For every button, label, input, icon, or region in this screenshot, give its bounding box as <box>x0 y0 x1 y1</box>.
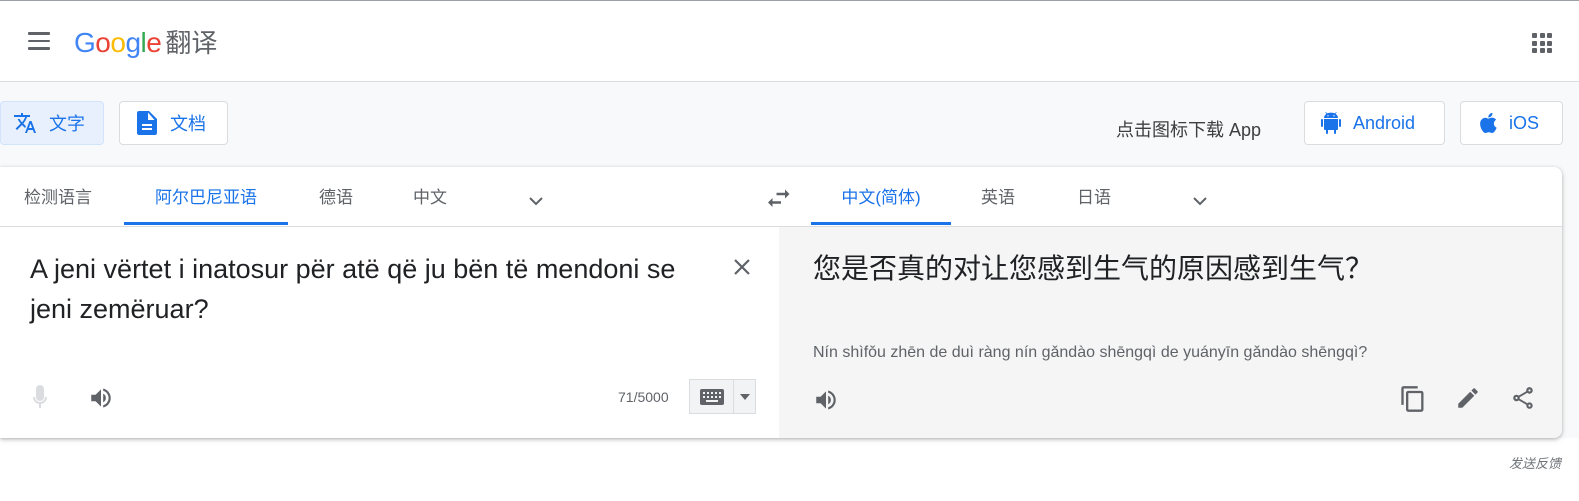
android-icon <box>1321 112 1341 134</box>
ios-label: iOS <box>1509 112 1540 133</box>
source-lang-tab-german[interactable]: 德语 <box>310 167 362 225</box>
share-icon[interactable] <box>1510 385 1536 416</box>
logo[interactable]: Google 翻译 <box>74 23 217 60</box>
edit-pencil-icon[interactable] <box>1455 385 1481 416</box>
apple-icon <box>1479 113 1497 133</box>
source-lang-tab-detect[interactable]: 检测语言 <box>24 167 98 225</box>
clear-text-icon[interactable] <box>730 255 754 284</box>
send-feedback-link[interactable]: 发送反馈 <box>1509 453 1561 472</box>
google-logo: Google <box>74 27 162 58</box>
keyboard-icon[interactable] <box>690 380 734 413</box>
translation-output: 您是否真的对让您感到生气的原因感到生气？ <box>813 253 1374 284</box>
target-lang-tab-english[interactable]: 英语 <box>972 167 1024 225</box>
source-speaker-icon[interactable] <box>88 385 114 416</box>
product-name: 翻译 <box>165 28 218 58</box>
android-label: Android <box>1353 112 1416 133</box>
translate-icon <box>13 111 37 135</box>
source-lang-tab-chinese[interactable]: 中文 <box>404 167 456 225</box>
target-speaker-icon[interactable] <box>813 387 839 418</box>
language-bar: 检测语言 阿尔巴尼亚语 德语 中文 中文(简体) 英语 日语 <box>0 167 1562 227</box>
romanization-text: Nín shìfǒu zhēn de duì ràng nín gǎndào s… <box>813 344 1368 361</box>
copy-icon[interactable] <box>1399 385 1427 418</box>
apps-grid-icon[interactable] <box>1532 33 1552 53</box>
ios-download-button[interactable]: iOS <box>1460 101 1563 145</box>
app-header: Google 翻译 <box>0 1 1579 82</box>
text-mode-button[interactable]: 文字 <box>0 101 104 145</box>
target-panel: 您是否真的对让您感到生气的原因感到生气？ Nín shìfǒu zhēn de … <box>779 227 1562 438</box>
translation-card: 检测语言 阿尔巴尼亚语 德语 中文 中文(简体) 英语 日语 A jeni vë… <box>0 167 1562 438</box>
document-mode-label: 文档 <box>170 114 206 134</box>
target-lang-tab-chinese-simplified[interactable]: 中文(简体) <box>811 167 951 225</box>
source-lang-tab-albanian[interactable]: 阿尔巴尼亚语 <box>124 167 288 225</box>
android-download-button[interactable]: Android <box>1304 101 1445 145</box>
text-mode-label: 文字 <box>49 114 85 134</box>
source-panel: A jeni vërtet i inatosur për atë që ju b… <box>0 227 779 438</box>
target-lang-more-chevron-icon[interactable] <box>1188 189 1212 218</box>
input-tools-dropdown-icon[interactable] <box>734 380 755 413</box>
document-mode-button[interactable]: 文档 <box>119 101 228 145</box>
input-tools <box>689 379 756 414</box>
download-app-text: 点击图标下载 App <box>1116 120 1262 140</box>
hamburger-menu-icon[interactable] <box>24 27 56 57</box>
microphone-icon[interactable] <box>28 383 52 418</box>
source-text-input[interactable]: A jeni vërtet i inatosur për atë që ju b… <box>30 249 710 329</box>
target-lang-tab-japanese[interactable]: 日语 <box>1068 167 1120 225</box>
character-count: 71/5000 <box>618 389 669 405</box>
document-icon <box>136 111 158 135</box>
source-lang-more-chevron-icon[interactable] <box>524 189 548 218</box>
swap-languages-icon[interactable] <box>766 187 792 216</box>
